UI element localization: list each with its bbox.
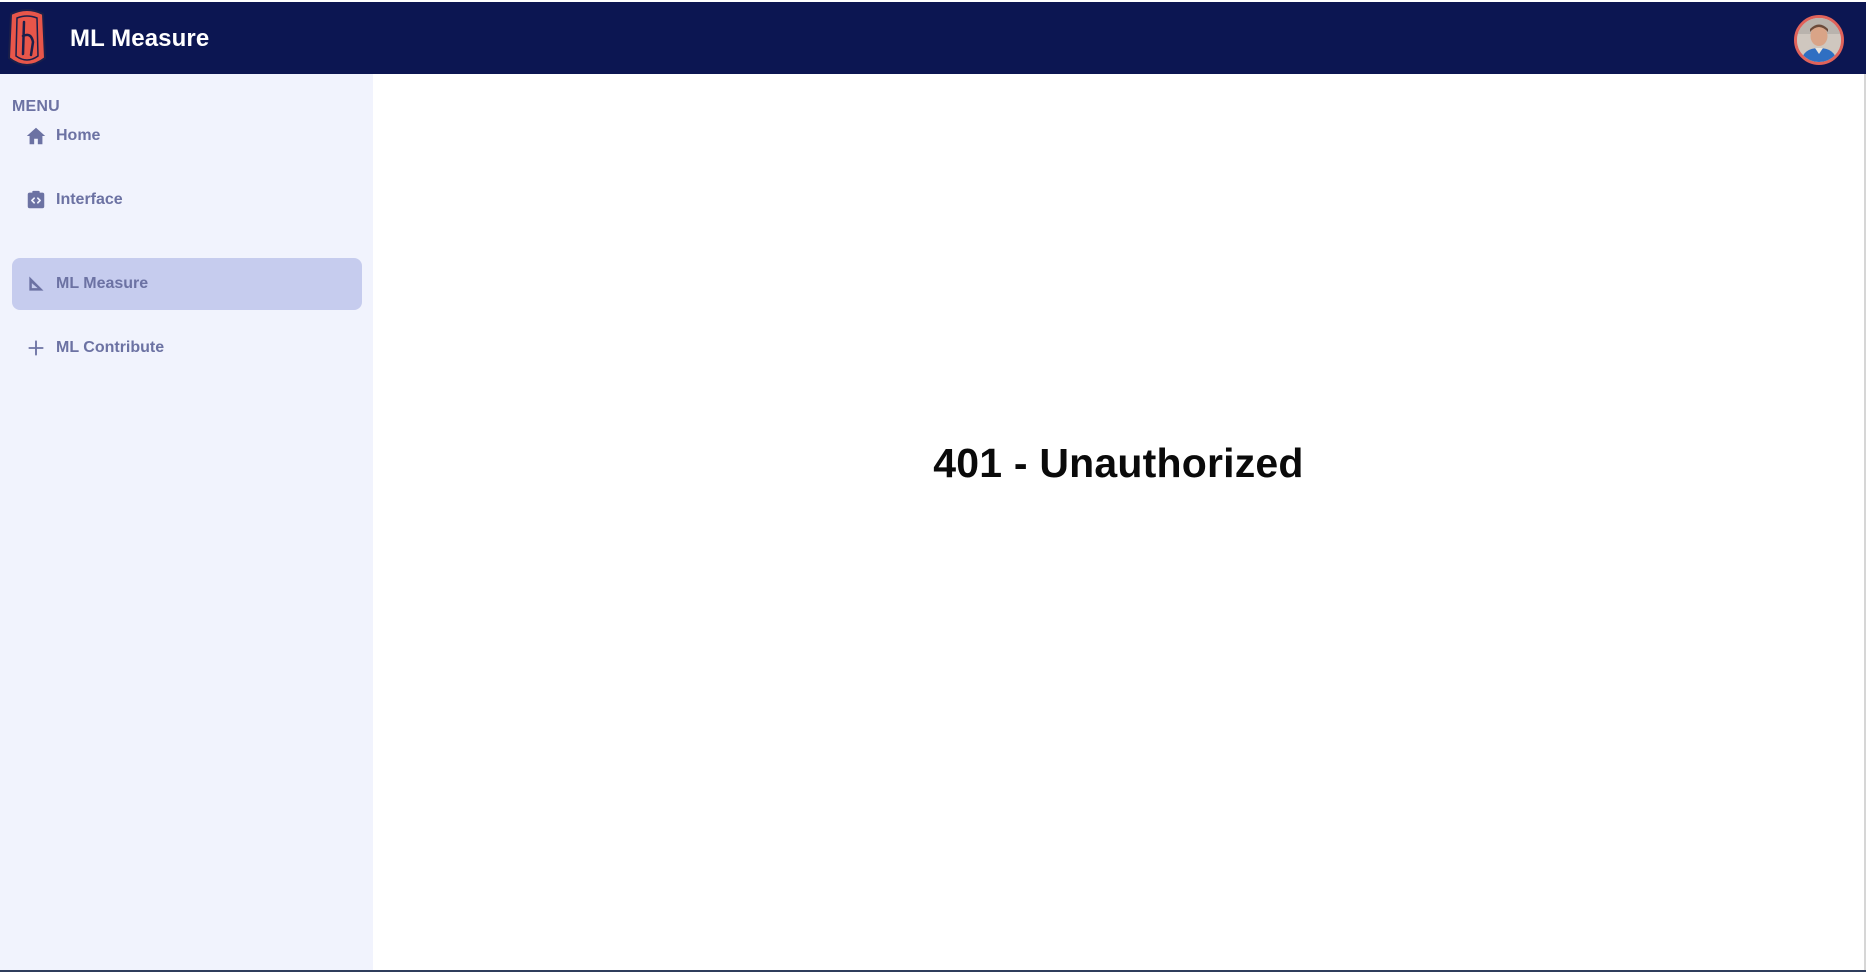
- plus-icon: [24, 336, 48, 360]
- sidebar-item-label: Home: [56, 127, 101, 144]
- set-square-icon: [24, 272, 48, 296]
- sidebar-item-label: Interface: [56, 191, 123, 208]
- university-logo[interactable]: [5, 8, 49, 70]
- app-title: ML Measure: [70, 25, 210, 52]
- logo-icon: [7, 9, 47, 66]
- avatar-icon: [1797, 18, 1841, 62]
- code-window-icon: [24, 188, 48, 212]
- sidebar-item-ml-contribute[interactable]: ML Contribute: [12, 322, 362, 374]
- sidebar-item-ml-measure[interactable]: ML Measure: [12, 258, 362, 310]
- sidebar-item-label: ML Measure: [56, 275, 149, 292]
- error-message: 401 - Unauthorized: [933, 440, 1304, 486]
- sidebar-item-interface[interactable]: Interface: [12, 174, 362, 226]
- app-window: ML Measure MENU Home Interface ML Measur…: [0, 0, 1868, 972]
- home-icon: [24, 124, 48, 148]
- sidebar: MENU Home Interface ML Measure ML Contri…: [0, 74, 373, 972]
- top-app-bar: ML Measure: [0, 0, 1868, 74]
- main-content: 401 - Unauthorized: [373, 74, 1866, 972]
- sidebar-item-label: ML Contribute: [56, 339, 165, 356]
- user-avatar[interactable]: [1794, 15, 1844, 65]
- sidebar-item-home[interactable]: Home: [12, 110, 362, 162]
